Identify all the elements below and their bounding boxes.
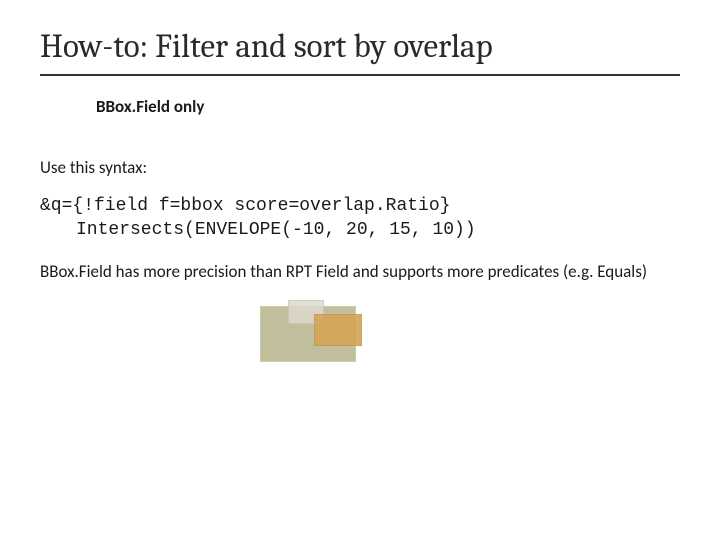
bbox-rect-small (314, 314, 362, 346)
overlap-illustration (260, 300, 380, 370)
intro-text: Use this syntax: (40, 157, 680, 178)
code-block: &q={!field f=bbox score=overlap.Ratio} I… (40, 194, 680, 243)
title-underline (40, 74, 680, 76)
subtitle: BBox.Field only (96, 96, 680, 117)
slide: How-to: Filter and sort by overlap BBox.… (0, 0, 720, 540)
slide-title: How-to: Filter and sort by overlap (40, 28, 680, 66)
code-line-1: &q={!field f=bbox score=overlap.Ratio} (40, 196, 450, 216)
precision-text: BBox.Field has more precision than RPT F… (40, 261, 660, 284)
code-line-2: Intersects(ENVELOPE(-10, 20, 15, 10)) (40, 218, 680, 242)
